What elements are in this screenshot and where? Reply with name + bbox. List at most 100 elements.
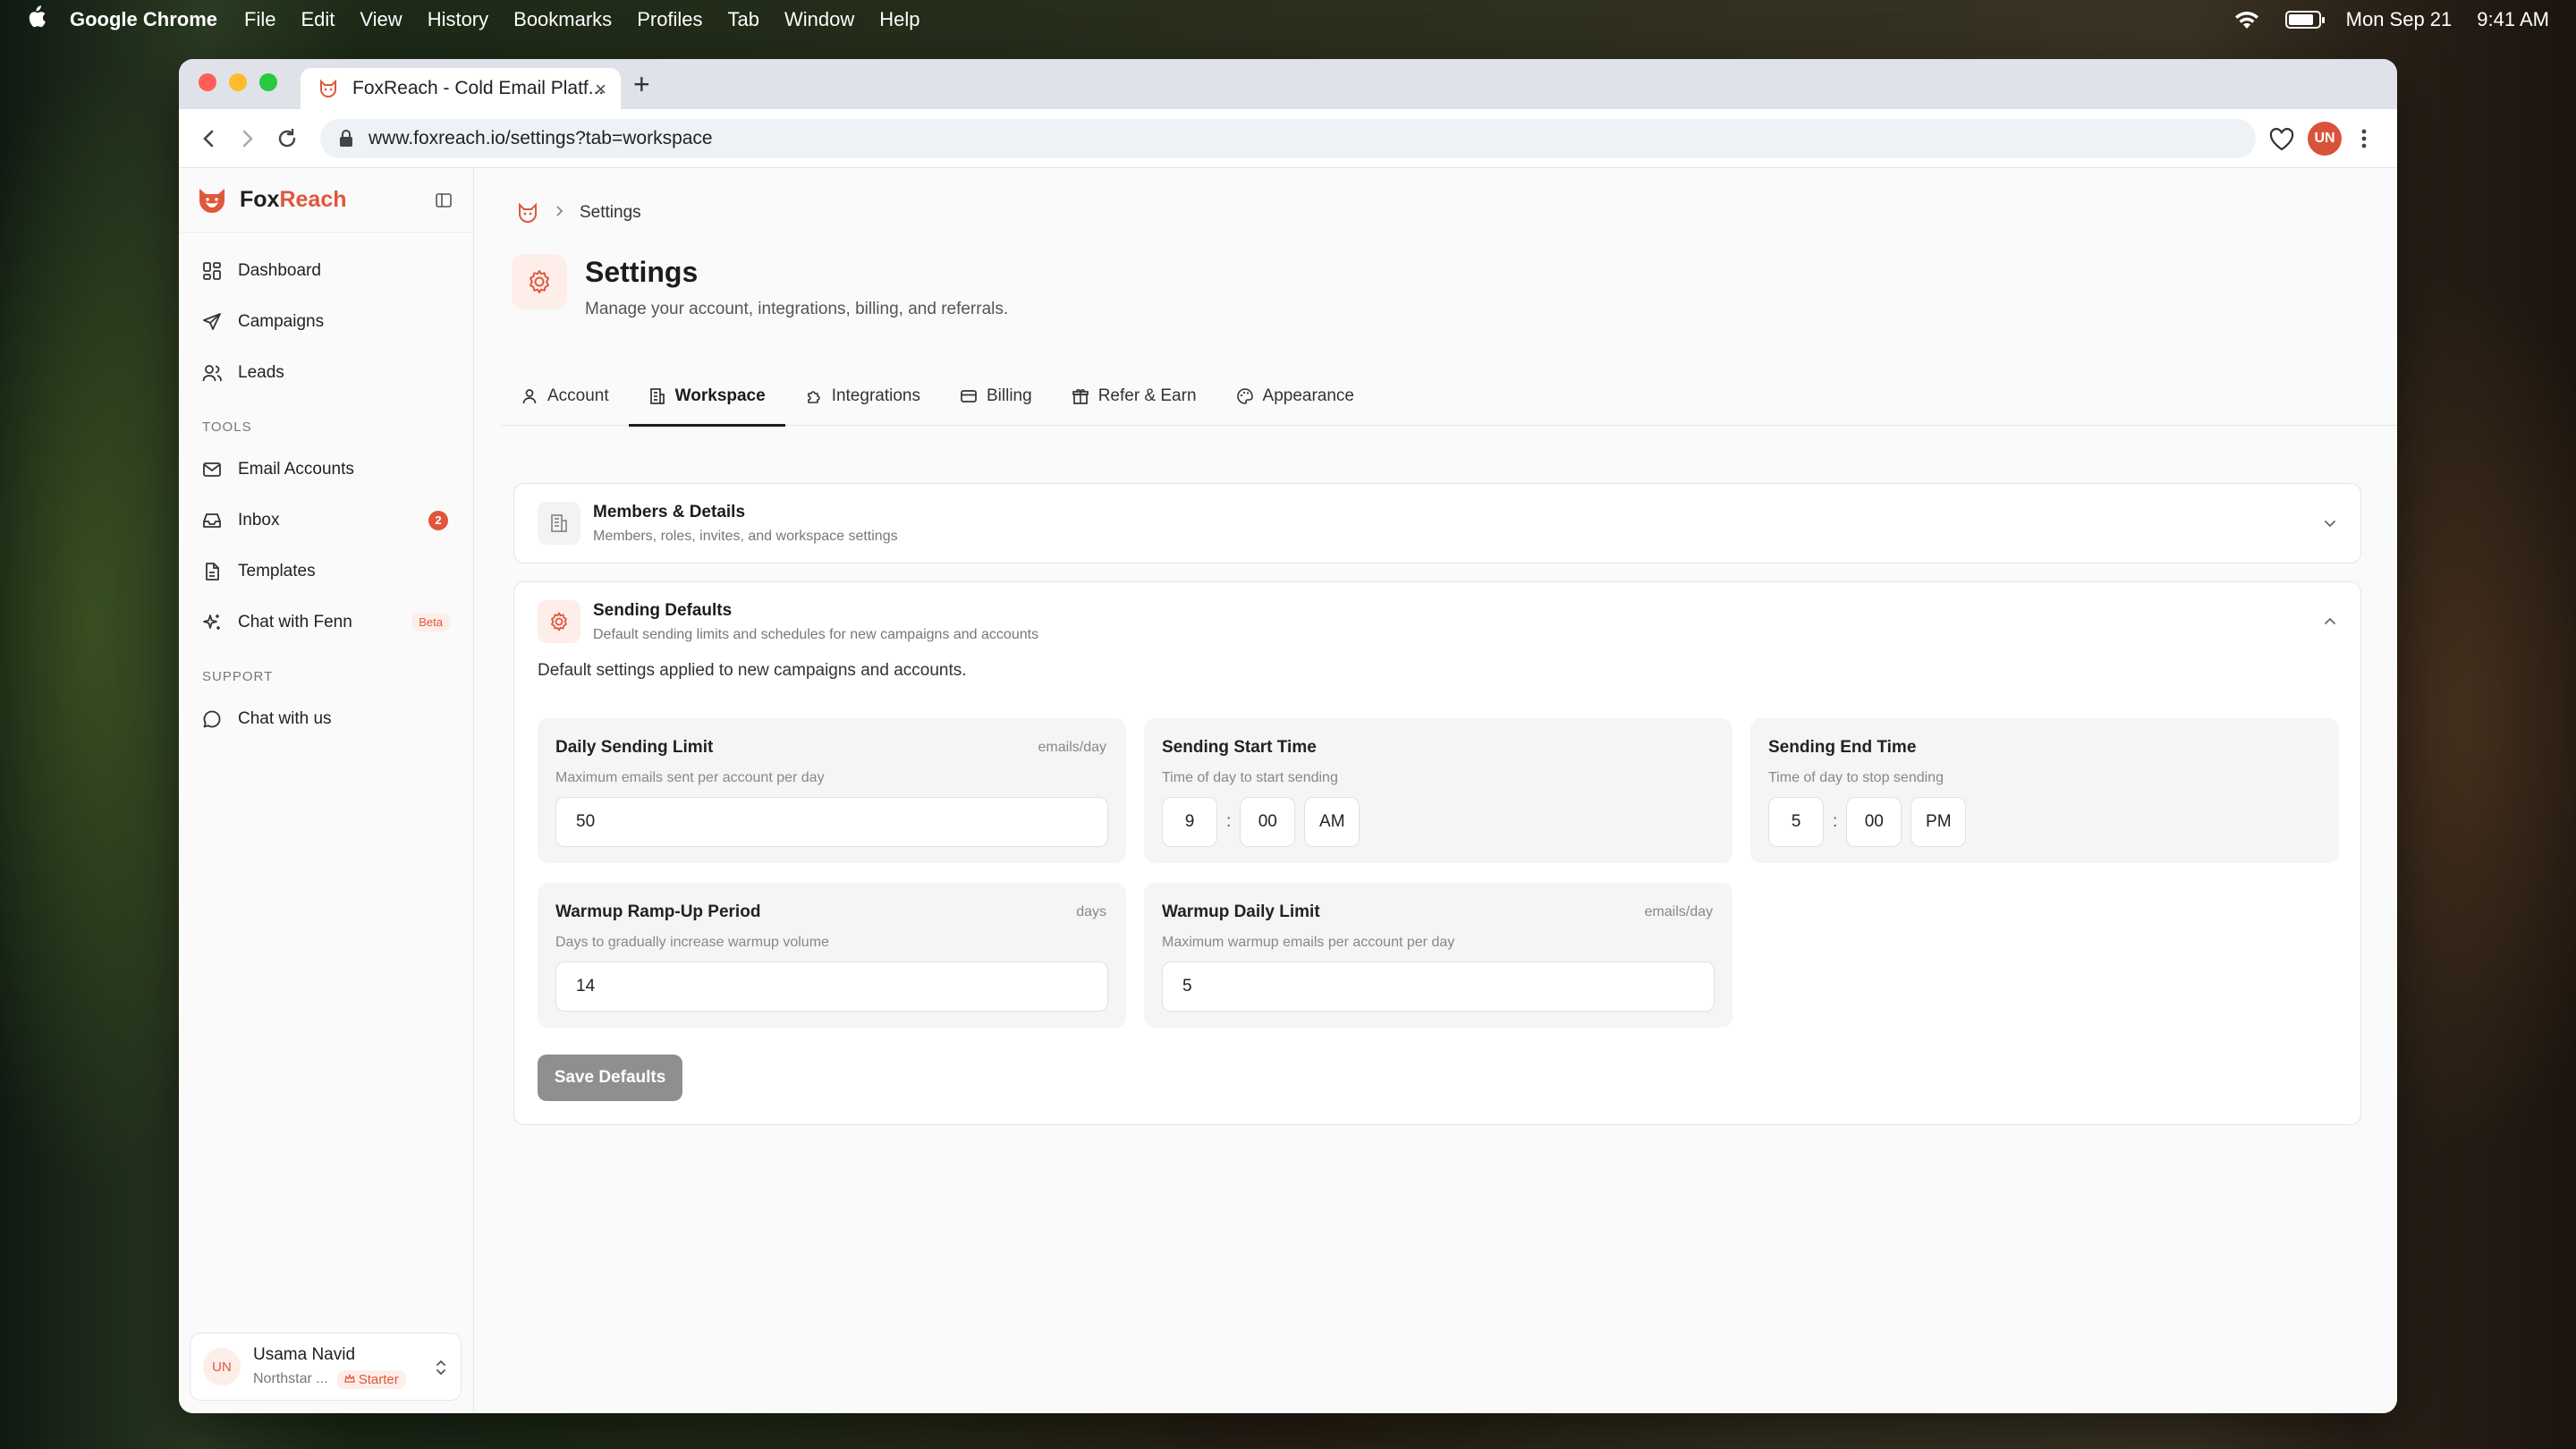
brand-name-fox: Fox (240, 187, 280, 212)
tab-strip: FoxReach - Cold Email Platf... × + (179, 59, 2397, 109)
sidebar-item-label: Leads (238, 362, 284, 382)
field-help: Days to gradually increase warmup volume (555, 935, 829, 950)
menu-time[interactable]: 9:41 AM (2477, 8, 2549, 31)
members-details-card[interactable]: Members & Details Members, roles, invite… (513, 483, 2361, 564)
sending-defaults-header[interactable]: Sending Defaults Default sending limits … (514, 582, 2360, 661)
user-name: Usama Navid (253, 1344, 356, 1364)
users-icon (202, 363, 222, 383)
start-minute-input[interactable]: 00 (1240, 797, 1296, 847)
sidebar-item-templates[interactable]: Templates (179, 546, 473, 597)
start-hour-input[interactable]: 9 (1162, 797, 1217, 847)
menu-file[interactable]: File (244, 8, 275, 31)
menu-profiles[interactable]: Profiles (637, 8, 702, 31)
sending-intro-text: Default settings applied to new campaign… (538, 661, 967, 680)
menu-tab[interactable]: Tab (728, 8, 759, 31)
menu-date[interactable]: Mon Sep 21 (2346, 8, 2453, 31)
close-tab-icon[interactable]: × (595, 78, 606, 101)
tab-workspace[interactable]: Workspace (628, 367, 785, 427)
sidebar-nav: Dashboard Campaigns Leads TOOLS Email Ac… (179, 233, 473, 744)
warmup-ramp-up-field: Warmup Ramp-Up Period days Days to gradu… (538, 883, 1126, 1028)
start-period-select[interactable]: AM (1304, 797, 1360, 847)
end-period-select[interactable]: PM (1911, 797, 1967, 847)
heart-icon[interactable] (2268, 127, 2295, 152)
section-label-tools: TOOLS (202, 419, 252, 435)
new-tab-icon[interactable]: + (633, 68, 650, 101)
field-unit: days (1076, 904, 1106, 919)
sidebar-item-chat-with-us[interactable]: Chat with us (179, 693, 473, 744)
tab-account[interactable]: Account (501, 367, 629, 426)
members-details-header[interactable]: Members & Details Members, roles, invite… (514, 484, 2360, 563)
reload-icon[interactable] (274, 125, 301, 152)
chevron-down-icon[interactable] (2321, 514, 2339, 532)
chevron-right-icon (555, 203, 564, 223)
close-window-button[interactable] (199, 73, 216, 91)
card-title: Members & Details (593, 502, 746, 521)
zoom-window-button[interactable] (259, 73, 277, 91)
sidebar-toggle-icon[interactable] (435, 191, 453, 209)
field-label: Warmup Daily Limit (1162, 902, 1320, 921)
sidebar-item-leads[interactable]: Leads (179, 347, 473, 398)
field-unit: emails/day (1038, 740, 1106, 755)
menu-help[interactable]: Help (879, 8, 919, 31)
brand[interactable]: FoxReach (179, 168, 473, 233)
tab-label: Account (547, 386, 609, 405)
browser-profile-avatar[interactable]: UN (2308, 122, 2342, 156)
sidebar-item-label: Campaigns (238, 311, 325, 331)
menu-history[interactable]: History (428, 8, 488, 31)
fox-home-icon[interactable] (517, 202, 538, 224)
tab-refer-earn[interactable]: Refer & Earn (1052, 367, 1216, 426)
warmup-daily-limit-input[interactable]: 5 (1162, 962, 1715, 1012)
building-icon (538, 502, 580, 545)
menu-edit[interactable]: Edit (301, 8, 335, 31)
more-menu-icon[interactable] (2360, 125, 2368, 152)
chevron-up-icon[interactable] (2321, 613, 2339, 631)
menu-app-name[interactable]: Google Chrome (70, 8, 217, 31)
sidebar-item-dashboard[interactable]: Dashboard (179, 245, 473, 296)
address-url: www.foxreach.io/settings?tab=workspace (369, 128, 713, 148)
time-separator: : (1226, 812, 1232, 831)
gear-icon (538, 600, 580, 643)
tab-appearance[interactable]: Appearance (1216, 367, 1374, 426)
page-heading-text: Settings Manage your account, integratio… (585, 254, 1008, 319)
address-bar[interactable]: www.foxreach.io/settings?tab=workspace (320, 119, 2256, 158)
app-root: FoxReach Dashboard Campaigns Leads TOOLS… (179, 168, 2397, 1413)
user-switcher[interactable]: UN Usama Navid Northstar ... Starter (190, 1333, 462, 1401)
battery-icon[interactable] (2284, 11, 2325, 29)
daily-sending-limit-field: Daily Sending Limit emails/day Maximum e… (538, 718, 1126, 863)
apple-icon[interactable] (25, 4, 50, 35)
sidebar-item-email-accounts[interactable]: Email Accounts (179, 444, 473, 495)
forward-icon[interactable] (234, 125, 261, 152)
sidebar-item-chat-with-fenn[interactable]: Chat with Fenn Beta (179, 597, 473, 648)
page-title: Settings (585, 256, 699, 288)
chat-icon (202, 709, 222, 729)
daily-sending-limit-input[interactable]: 50 (555, 797, 1108, 847)
menu-view[interactable]: View (360, 8, 402, 31)
wifi-icon[interactable] (2233, 10, 2260, 30)
minimize-window-button[interactable] (229, 73, 247, 91)
lock-icon[interactable] (338, 129, 354, 148)
end-minute-input[interactable]: 00 (1846, 797, 1902, 847)
browser-tab-active[interactable]: FoxReach - Cold Email Platf... × (301, 68, 621, 109)
menu-bookmarks[interactable]: Bookmarks (513, 8, 612, 31)
tab-billing[interactable]: Billing (940, 367, 1052, 426)
sending-defaults-card: Sending Defaults Default sending limits … (513, 581, 2361, 1125)
save-defaults-button[interactable]: Save Defaults (538, 1055, 682, 1101)
plan-badge: Starter (336, 1369, 406, 1389)
sidebar-item-campaigns[interactable]: Campaigns (179, 296, 473, 347)
sidebar-item-label: Email Accounts (238, 459, 354, 479)
main-content: Settings Settings Manage your account, i… (474, 168, 2397, 1413)
tab-label: Integrations (831, 386, 920, 405)
field-label: Warmup Ramp-Up Period (555, 902, 761, 921)
time-separator: : (1833, 812, 1838, 831)
back-icon[interactable] (195, 125, 222, 152)
sidebar-item-inbox[interactable]: Inbox 2 (179, 495, 473, 546)
warmup-ramp-up-input[interactable]: 14 (555, 962, 1108, 1012)
user-icon (521, 387, 538, 405)
tab-integrations[interactable]: Integrations (785, 367, 940, 426)
menu-bar: Google Chrome File Edit View History Boo… (0, 0, 2576, 39)
page-header: Settings Manage your account, integratio… (512, 254, 1008, 319)
end-hour-input[interactable]: 5 (1768, 797, 1824, 847)
field-help: Time of day to stop sending (1768, 770, 1944, 785)
menu-window[interactable]: Window (784, 8, 854, 31)
sidebar-item-label: Dashboard (238, 260, 321, 280)
